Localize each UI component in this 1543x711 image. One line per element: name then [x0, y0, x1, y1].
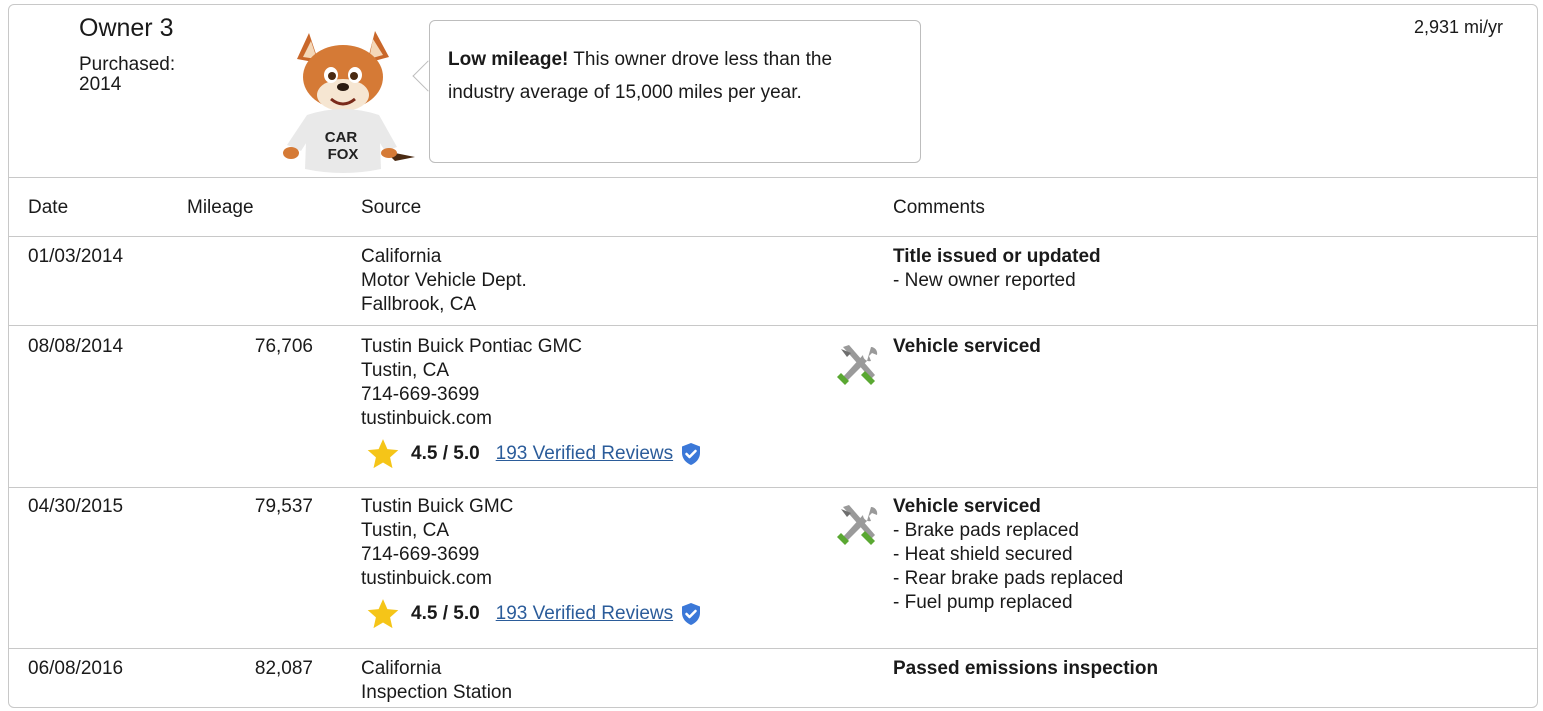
source-name: Tustin Buick Pontiac GMC	[361, 336, 583, 357]
comment-item: - Rear brake pads replaced	[893, 568, 1124, 589]
owner-history-card: Owner 3 Purchased: 2014 2,931 mi/yr CAR …	[8, 4, 1538, 708]
comment-item: - Heat shield secured	[893, 544, 1073, 565]
source-line: Fallbrook, CA	[361, 294, 477, 315]
star-icon	[367, 599, 399, 629]
comment-title: Passed emissions inspection	[893, 658, 1159, 679]
purchased-year: 2014	[79, 74, 122, 95]
purchased-label: Purchased:	[79, 54, 176, 75]
tools-icon	[837, 505, 878, 545]
purchased-info: Purchased: 2014	[79, 55, 175, 95]
source-location: Tustin, CA	[361, 360, 449, 381]
tools-icon	[837, 345, 878, 385]
source-website[interactable]: tustinbuick.com	[361, 567, 513, 591]
column-header-source: Source	[361, 197, 422, 218]
row-mileage: 82,087	[254, 658, 313, 679]
row-comments: Title issued or updated - New owner repo…	[893, 245, 1101, 293]
miles-per-year: 2,931 mi/yr	[1413, 17, 1503, 37]
rating-score: 4.5 / 5.0	[411, 443, 480, 464]
row-divider	[9, 487, 1537, 488]
bubble-lead: Low mileage!	[448, 49, 569, 70]
source-line: California	[361, 246, 442, 267]
comment-title: Vehicle serviced	[893, 496, 1041, 517]
verified-shield-icon	[682, 443, 701, 465]
verified-reviews-link[interactable]: 193 Verified Reviews	[496, 603, 673, 625]
row-mileage: 79,537	[254, 496, 313, 517]
column-header-comments: Comments	[893, 197, 985, 218]
comment-item: - Fuel pump replaced	[893, 592, 1073, 613]
row-divider	[9, 236, 1537, 237]
row-date: 06/08/2016	[28, 658, 124, 679]
row-mileage: 76,706	[254, 336, 313, 357]
rating-score: 4.5 / 5.0	[411, 603, 480, 624]
source-phone[interactable]: 714-669-3699	[361, 383, 582, 407]
comment-title: Vehicle serviced	[893, 336, 1041, 357]
row-source: Tustin Buick GMC Tustin, CA 714-669-3699…	[361, 495, 513, 591]
column-header-date: Date	[28, 197, 69, 218]
mascot-shirt-line-2: FOX	[328, 146, 359, 163]
dealer-rating: 4.5 / 5.0 193 Verified Reviews	[365, 597, 703, 631]
header-divider	[9, 177, 1537, 178]
low-mileage-bubble: Low mileage! This owner drove less than …	[429, 20, 921, 163]
comment-item: - Brake pads replaced	[893, 520, 1079, 541]
star-icon	[367, 439, 399, 469]
source-line: Inspection Station	[361, 682, 513, 703]
row-date: 01/03/2014	[28, 246, 124, 267]
row-date: 08/08/2014	[28, 336, 124, 357]
row-comments: Vehicle serviced	[893, 335, 1041, 359]
row-source: California Motor Vehicle Dept. Fallbrook…	[361, 245, 527, 317]
source-name: Tustin Buick GMC	[361, 496, 514, 517]
source-line: Motor Vehicle Dept.	[361, 270, 527, 291]
comment-item: - New owner reported	[893, 270, 1076, 291]
row-date: 04/30/2015	[28, 496, 124, 517]
row-source: Tustin Buick Pontiac GMC Tustin, CA 714-…	[361, 335, 582, 431]
source-location: Tustin, CA	[361, 520, 449, 541]
row-source: California Inspection Station	[361, 657, 512, 705]
owner-title: Owner 3	[79, 14, 174, 42]
source-line: California	[361, 658, 442, 679]
verified-shield-icon	[682, 603, 701, 625]
verified-reviews-link[interactable]: 193 Verified Reviews	[496, 443, 673, 465]
row-divider	[9, 648, 1537, 649]
dealer-rating: 4.5 / 5.0 193 Verified Reviews	[365, 437, 703, 471]
carfox-mascot-image: CAR FOX	[283, 31, 415, 173]
mascot-shirt-line-1: CAR	[325, 129, 358, 146]
column-header-mileage: Mileage	[187, 197, 254, 218]
source-phone[interactable]: 714-669-3699	[361, 543, 513, 567]
row-comments: Passed emissions inspection	[893, 657, 1158, 681]
row-divider	[9, 325, 1537, 326]
row-comments: Vehicle serviced - Brake pads replaced -…	[893, 495, 1123, 615]
comment-title: Title issued or updated	[893, 246, 1101, 267]
source-website[interactable]: tustinbuick.com	[361, 407, 582, 431]
